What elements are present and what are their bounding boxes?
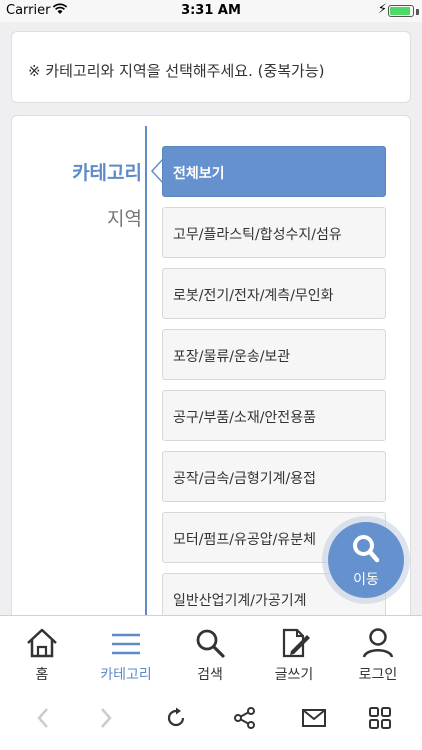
- nav-label-search: 검색: [197, 667, 223, 683]
- forward-icon[interactable]: [95, 706, 115, 734]
- nav-item-write[interactable]: 글쓰기: [252, 616, 336, 691]
- category-item-all[interactable]: 전체보기: [162, 146, 386, 197]
- write-icon: [282, 628, 310, 658]
- nav-label-home: 홈: [35, 667, 49, 683]
- back-icon[interactable]: [34, 706, 54, 734]
- move-fab-label: 이동: [353, 572, 379, 588]
- battery-icon: [388, 5, 414, 17]
- nav-item-category[interactable]: 카테고리: [84, 616, 168, 691]
- divider-line: [145, 126, 147, 634]
- move-fab-button[interactable]: 이동: [328, 522, 404, 598]
- browser-toolbar: [0, 690, 422, 750]
- user-icon: [362, 628, 394, 658]
- category-item-machining-metal[interactable]: 공작/금속/금형기계/용접: [162, 451, 386, 502]
- nav-label-login: 로그인: [358, 667, 398, 683]
- nav-item-search[interactable]: 검색: [168, 616, 252, 691]
- move-fab[interactable]: 이동: [322, 516, 410, 604]
- status-time: 3:31 AM: [181, 3, 241, 18]
- home-icon: [27, 628, 57, 658]
- menu-icon: [112, 633, 140, 655]
- charging-icon: ⚡: [377, 2, 387, 17]
- category-item-robot-electric[interactable]: 로봇/전기/전자/계측/무인화: [162, 268, 386, 319]
- nav-item-home[interactable]: 홈: [0, 616, 84, 691]
- status-bar: Carrier 3:31 AM ⚡: [0, 0, 422, 22]
- nav-label-category: 카테고리: [100, 667, 152, 683]
- category-item-tools-parts[interactable]: 공구/부품/소재/안전용품: [162, 390, 386, 441]
- share-icon[interactable]: [233, 706, 257, 734]
- bottom-nav: 홈 카테고리 검색 글쓰기 로그인: [0, 615, 422, 690]
- mail-icon[interactable]: [301, 706, 327, 734]
- grid-icon[interactable]: [368, 706, 392, 734]
- notice-card: ※ 카테고리와 지역을 선택해주세요. (중복가능): [11, 31, 411, 103]
- category-item-packaging-logistics[interactable]: 포장/물류/운송/보관: [162, 329, 386, 380]
- reload-icon[interactable]: [164, 706, 188, 734]
- nav-label-write: 글쓰기: [274, 667, 314, 683]
- search-icon: [353, 535, 380, 563]
- search-icon: [196, 629, 225, 658]
- category-item-rubber-plastic[interactable]: 고무/플라스틱/합성수지/섬유: [162, 207, 386, 258]
- nav-item-login[interactable]: 로그인: [336, 616, 420, 691]
- tab-region[interactable]: 지역: [12, 204, 142, 231]
- tab-category[interactable]: 카테고리: [12, 158, 142, 185]
- battery-tip: [416, 9, 419, 15]
- notice-text: ※ 카테고리와 지역을 선택해주세요. (중복가능): [28, 62, 325, 80]
